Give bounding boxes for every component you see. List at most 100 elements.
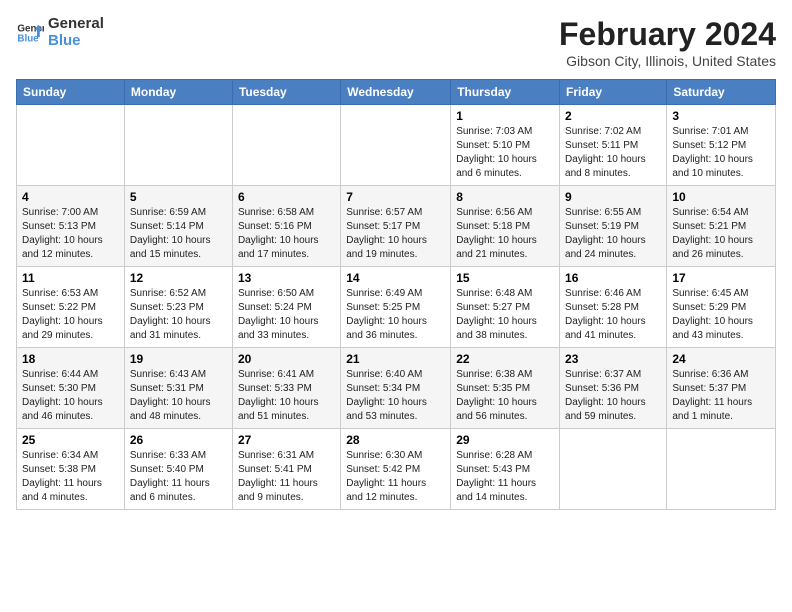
- calendar-cell: 11 Sunrise: 6:53 AM Sunset: 5:22 PM Dayli…: [17, 267, 125, 348]
- calendar-cell: 8 Sunrise: 6:56 AM Sunset: 5:18 PM Daylig…: [451, 186, 560, 267]
- calendar-header-saturday: Saturday: [667, 80, 776, 105]
- day-info: Sunrise: 6:28 AM Sunset: 5:43 PM Dayligh…: [456, 449, 554, 505]
- calendar-header-monday: Monday: [124, 80, 232, 105]
- day-number: 4: [22, 190, 119, 204]
- day-number: 22: [456, 352, 554, 366]
- calendar-body: 1 Sunrise: 7:03 AM Sunset: 5:10 PM Daylig…: [17, 105, 776, 510]
- day-number: 24: [672, 352, 770, 366]
- calendar-cell: 13Sunrise: 6:50 AM Sunset: 5:24 PM Dayli…: [232, 267, 340, 348]
- day-number: 18: [22, 352, 119, 366]
- calendar-cell: [124, 105, 232, 186]
- day-info: Sunrise: 6:55 AM Sunset: 5:19 PM Dayligh…: [565, 206, 661, 262]
- day-info: Sunrise: 6:54 AM Sunset: 5:21 PM Dayligh…: [672, 206, 770, 262]
- day-number: 13: [238, 271, 335, 285]
- day-number: 1: [456, 109, 554, 123]
- day-info: Sunrise: 6:44 AM Sunset: 5:30 PM Dayligh…: [22, 368, 119, 424]
- calendar-cell: 4 Sunrise: 7:00 AM Sunset: 5:13 PM Daylig…: [17, 186, 125, 267]
- calendar-cell: 29 Sunrise: 6:28 AM Sunset: 5:43 PM Dayli…: [451, 429, 560, 510]
- day-info: Sunrise: 6:52 AM Sunset: 5:23 PM Dayligh…: [130, 287, 227, 343]
- calendar-cell: 15 Sunrise: 6:48 AM Sunset: 5:27 PM Dayli…: [451, 267, 560, 348]
- calendar-cell: 1 Sunrise: 7:03 AM Sunset: 5:10 PM Daylig…: [451, 105, 560, 186]
- calendar-cell: 20Sunrise: 6:41 AM Sunset: 5:33 PM Dayli…: [232, 348, 340, 429]
- day-info: Sunrise: 6:33 AM Sunset: 5:40 PM Dayligh…: [130, 449, 227, 505]
- day-info: Sunrise: 6:30 AM Sunset: 5:42 PM Dayligh…: [346, 449, 445, 505]
- day-info: Sunrise: 6:59 AM Sunset: 5:14 PM Dayligh…: [130, 206, 227, 262]
- calendar-cell: 26 Sunrise: 6:33 AM Sunset: 5:40 PM Dayli…: [124, 429, 232, 510]
- logo: General Blue General Blue: [16, 16, 104, 49]
- day-number: 19: [130, 352, 227, 366]
- day-number: 12: [130, 271, 227, 285]
- calendar-cell: [17, 105, 125, 186]
- calendar-cell: 14 Sunrise: 6:49 AM Sunset: 5:25 PM Dayli…: [341, 267, 451, 348]
- day-number: 26: [130, 433, 227, 447]
- day-number: 9: [565, 190, 661, 204]
- calendar-cell: [560, 429, 667, 510]
- day-info: Sunrise: 6:49 AM Sunset: 5:25 PM Dayligh…: [346, 287, 445, 343]
- day-number: 28: [346, 433, 445, 447]
- day-info: Sunrise: 6:45 AM Sunset: 5:29 PM Dayligh…: [672, 287, 770, 343]
- calendar-cell: 18 Sunrise: 6:44 AM Sunset: 5:30 PM Dayli…: [17, 348, 125, 429]
- calendar-cell: 19Sunrise: 6:43 AM Sunset: 5:31 PM Dayli…: [124, 348, 232, 429]
- calendar-table: SundayMondayTuesdayWednesdayThursdayFrid…: [16, 79, 776, 510]
- day-number: 10: [672, 190, 770, 204]
- calendar-cell: 3Sunrise: 7:01 AM Sunset: 5:12 PM Daylig…: [667, 105, 776, 186]
- logo-blue: Blue: [48, 33, 104, 50]
- calendar-cell: 24 Sunrise: 6:36 AM Sunset: 5:37 PM Dayli…: [667, 348, 776, 429]
- calendar-week-4: 18 Sunrise: 6:44 AM Sunset: 5:30 PM Dayli…: [17, 348, 776, 429]
- day-number: 27: [238, 433, 335, 447]
- day-number: 3: [672, 109, 770, 123]
- logo-icon: General Blue: [16, 19, 44, 47]
- calendar-week-5: 25Sunrise: 6:34 AM Sunset: 5:38 PM Dayli…: [17, 429, 776, 510]
- day-info: Sunrise: 6:36 AM Sunset: 5:37 PM Dayligh…: [672, 368, 770, 424]
- calendar-cell: 2 Sunrise: 7:02 AM Sunset: 5:11 PM Daylig…: [560, 105, 667, 186]
- day-number: 25: [22, 433, 119, 447]
- calendar-cell: [232, 105, 340, 186]
- day-info: Sunrise: 7:02 AM Sunset: 5:11 PM Dayligh…: [565, 125, 661, 181]
- calendar-week-3: 11 Sunrise: 6:53 AM Sunset: 5:22 PM Dayli…: [17, 267, 776, 348]
- page-subtitle: Gibson City, Illinois, United States: [559, 53, 776, 69]
- day-number: 6: [238, 190, 335, 204]
- calendar-cell: 6 Sunrise: 6:58 AM Sunset: 5:16 PM Daylig…: [232, 186, 340, 267]
- day-number: 29: [456, 433, 554, 447]
- day-number: 21: [346, 352, 445, 366]
- calendar-cell: 17Sunrise: 6:45 AM Sunset: 5:29 PM Dayli…: [667, 267, 776, 348]
- day-number: 23: [565, 352, 661, 366]
- calendar-cell: 5 Sunrise: 6:59 AM Sunset: 5:14 PM Daylig…: [124, 186, 232, 267]
- calendar-week-2: 4 Sunrise: 7:00 AM Sunset: 5:13 PM Daylig…: [17, 186, 776, 267]
- day-number: 15: [456, 271, 554, 285]
- calendar-header-row: SundayMondayTuesdayWednesdayThursdayFrid…: [17, 80, 776, 105]
- day-number: 16: [565, 271, 661, 285]
- calendar-cell: 21Sunrise: 6:40 AM Sunset: 5:34 PM Dayli…: [341, 348, 451, 429]
- day-number: 2: [565, 109, 661, 123]
- calendar-cell: 16Sunrise: 6:46 AM Sunset: 5:28 PM Dayli…: [560, 267, 667, 348]
- day-info: Sunrise: 6:37 AM Sunset: 5:36 PM Dayligh…: [565, 368, 661, 424]
- day-number: 8: [456, 190, 554, 204]
- day-info: Sunrise: 6:48 AM Sunset: 5:27 PM Dayligh…: [456, 287, 554, 343]
- svg-text:Blue: Blue: [17, 33, 39, 44]
- calendar-cell: [341, 105, 451, 186]
- calendar-cell: 23 Sunrise: 6:37 AM Sunset: 5:36 PM Dayli…: [560, 348, 667, 429]
- page-header: General Blue General Blue February 2024 …: [16, 16, 776, 69]
- calendar-cell: 28 Sunrise: 6:30 AM Sunset: 5:42 PM Dayli…: [341, 429, 451, 510]
- calendar-cell: 9 Sunrise: 6:55 AM Sunset: 5:19 PM Daylig…: [560, 186, 667, 267]
- calendar-cell: 10 Sunrise: 6:54 AM Sunset: 5:21 PM Dayli…: [667, 186, 776, 267]
- day-info: Sunrise: 6:41 AM Sunset: 5:33 PM Dayligh…: [238, 368, 335, 424]
- calendar-header-tuesday: Tuesday: [232, 80, 340, 105]
- day-number: 11: [22, 271, 119, 285]
- day-info: Sunrise: 6:58 AM Sunset: 5:16 PM Dayligh…: [238, 206, 335, 262]
- title-block: February 2024 Gibson City, Illinois, Uni…: [559, 16, 776, 69]
- calendar-cell: 25Sunrise: 6:34 AM Sunset: 5:38 PM Dayli…: [17, 429, 125, 510]
- day-info: Sunrise: 7:03 AM Sunset: 5:10 PM Dayligh…: [456, 125, 554, 181]
- calendar-header-wednesday: Wednesday: [341, 80, 451, 105]
- calendar-week-1: 1 Sunrise: 7:03 AM Sunset: 5:10 PM Daylig…: [17, 105, 776, 186]
- calendar-header-thursday: Thursday: [451, 80, 560, 105]
- day-number: 5: [130, 190, 227, 204]
- day-number: 14: [346, 271, 445, 285]
- day-info: Sunrise: 7:00 AM Sunset: 5:13 PM Dayligh…: [22, 206, 119, 262]
- day-info: Sunrise: 6:56 AM Sunset: 5:18 PM Dayligh…: [456, 206, 554, 262]
- day-info: Sunrise: 6:38 AM Sunset: 5:35 PM Dayligh…: [456, 368, 554, 424]
- day-info: Sunrise: 6:53 AM Sunset: 5:22 PM Dayligh…: [22, 287, 119, 343]
- logo-general: General: [48, 16, 104, 33]
- calendar-cell: 27 Sunrise: 6:31 AM Sunset: 5:41 PM Dayli…: [232, 429, 340, 510]
- day-info: Sunrise: 6:31 AM Sunset: 5:41 PM Dayligh…: [238, 449, 335, 505]
